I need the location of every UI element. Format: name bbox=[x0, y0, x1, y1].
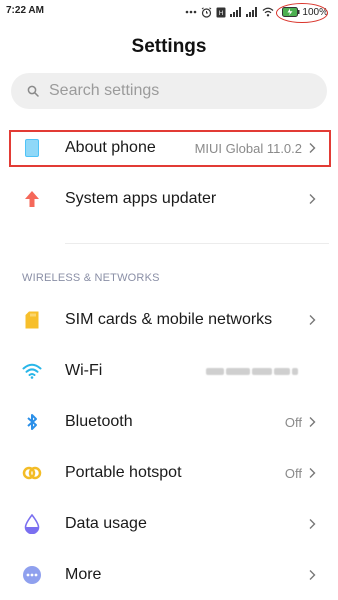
alarm-icon bbox=[202, 6, 212, 18]
portable-hotspot-label: Portable hotspot bbox=[65, 464, 182, 481]
status-icons: H 100% bbox=[185, 2, 332, 23]
search-input[interactable] bbox=[49, 82, 289, 100]
sim-cards-item[interactable]: SIM cards & mobile networks bbox=[0, 295, 338, 345]
phone-icon bbox=[22, 138, 42, 158]
bluetooth-status: Off bbox=[284, 414, 302, 430]
system-apps-updater-label: System apps updater bbox=[65, 190, 217, 207]
data-usage-label: Data usage bbox=[65, 515, 147, 532]
chevron-right-icon bbox=[309, 468, 316, 478]
status-bar: 7:22 AM H 100% bbox=[0, 0, 338, 24]
bluetooth-icon bbox=[22, 412, 42, 432]
wifi-network-name-obscured bbox=[206, 366, 316, 376]
chevron-right-icon bbox=[309, 570, 316, 580]
more-icon bbox=[22, 565, 42, 585]
svg-text:H: H bbox=[219, 11, 223, 17]
sim-cards-label: SIM cards & mobile networks bbox=[65, 311, 273, 328]
about-phone-item[interactable]: About phone MIUI Global 11.0.2 bbox=[0, 123, 338, 173]
more-item[interactable]: More bbox=[0, 550, 338, 600]
portable-hotspot-status: Off bbox=[284, 465, 302, 481]
sim-icon: H bbox=[216, 7, 226, 17]
chevron-right-icon bbox=[309, 519, 316, 529]
bluetooth-label: Bluetooth bbox=[65, 413, 133, 430]
arrow-up-icon bbox=[22, 189, 42, 209]
more-dots-icon bbox=[186, 10, 197, 14]
drop-icon bbox=[22, 514, 42, 534]
section-header-wireless: WIRELESS & NETWORKS bbox=[22, 272, 160, 284]
chevron-right-icon bbox=[309, 417, 316, 427]
more-label: More bbox=[65, 566, 102, 583]
bluetooth-item[interactable]: Bluetooth Off bbox=[0, 397, 338, 447]
search-bar[interactable] bbox=[11, 73, 327, 109]
chevron-right-icon bbox=[309, 315, 316, 325]
status-time: 7:22 AM bbox=[6, 5, 44, 16]
about-phone-value: MIUI Global 11.0.2 bbox=[194, 140, 302, 156]
chevron-right-icon bbox=[309, 143, 316, 153]
hotspot-icon bbox=[22, 463, 42, 483]
portable-hotspot-item[interactable]: Portable hotspot Off bbox=[0, 448, 338, 498]
battery-highlight-ring bbox=[276, 2, 329, 23]
wifi-icon bbox=[262, 7, 274, 17]
page-title: Settings bbox=[131, 36, 207, 57]
about-phone-label: About phone bbox=[65, 139, 156, 156]
search-icon bbox=[27, 85, 39, 97]
signal-icon bbox=[246, 7, 258, 17]
system-apps-updater-item[interactable]: System apps updater bbox=[0, 174, 338, 224]
data-usage-item[interactable]: Data usage bbox=[0, 499, 338, 549]
wifi-icon bbox=[22, 361, 42, 381]
wifi-item[interactable]: Wi-Fi bbox=[0, 346, 338, 396]
sim-card-icon bbox=[22, 310, 42, 330]
signal-icon bbox=[230, 7, 242, 17]
divider bbox=[65, 243, 329, 244]
chevron-right-icon bbox=[309, 194, 316, 204]
battery-indicator: 100% bbox=[276, 2, 332, 23]
wifi-label: Wi-Fi bbox=[65, 362, 103, 379]
